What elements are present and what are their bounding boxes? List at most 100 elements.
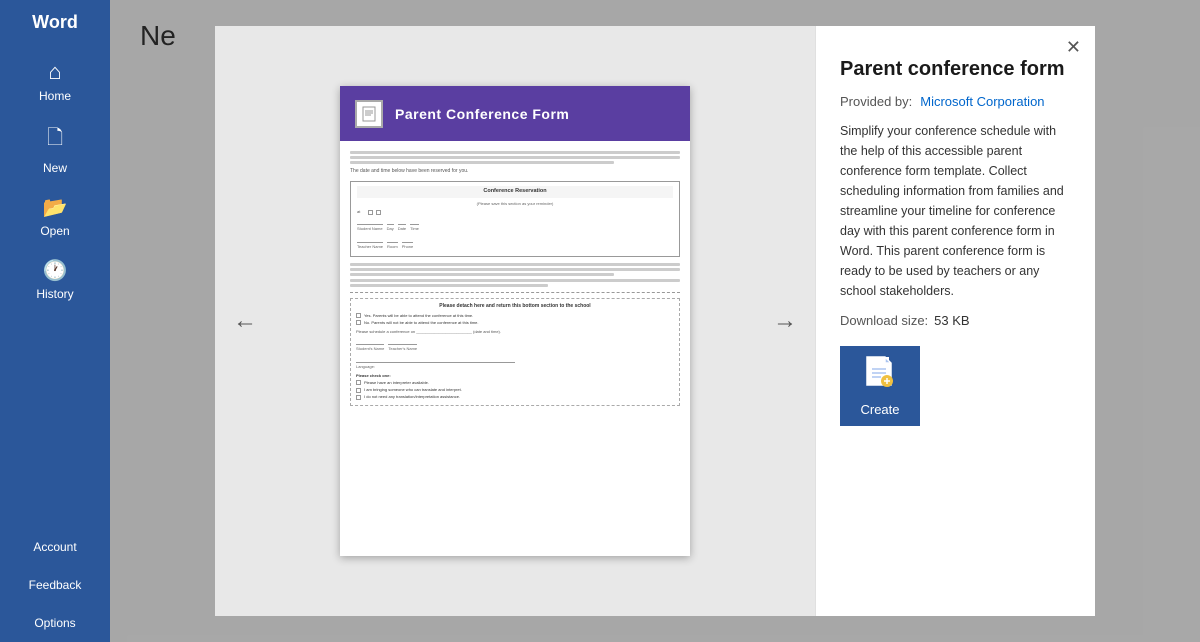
- sidebar-item-account[interactable]: Account: [0, 528, 110, 566]
- doc-interp-item-1: Please have an interpreter available.: [356, 380, 674, 386]
- doc-no-item: No. Parents will not be able to attend t…: [356, 320, 674, 326]
- doc-room-field-wrap: Room: [387, 235, 398, 250]
- create-label: Create: [860, 402, 899, 417]
- doc-student-field: [357, 217, 383, 225]
- modal-body: ← Parent: [215, 26, 1095, 616]
- doc-phone-field: [402, 235, 414, 243]
- doc-date-note: The date and time below have been reserv…: [350, 168, 680, 175]
- download-size-label: Download size:: [840, 313, 928, 328]
- create-template-button[interactable]: Create: [840, 346, 920, 426]
- doc-lang-label: Language:: [356, 364, 674, 370]
- doc-checkbox-am: [368, 210, 373, 215]
- doc-section-title: Conference Reservation: [357, 186, 673, 198]
- sidebar-item-history[interactable]: 🕐 History: [0, 248, 110, 311]
- doc-teacher-row: Teacher Name Room Phone: [357, 235, 673, 250]
- app-name: Word: [0, 0, 110, 49]
- doc-student-name-wrap: Student's Name: [356, 337, 384, 352]
- sidebar-bottom: Account Feedback Options: [0, 528, 110, 642]
- doc-line: [350, 156, 680, 159]
- modal-overlay: ✕ ←: [110, 0, 1200, 642]
- doc-interp-checkbox-1: [356, 380, 361, 385]
- download-size-row: Download size: 53 KB: [840, 313, 1071, 328]
- doc-day-label: Day: [387, 226, 394, 232]
- doc-check-one-label: Please check one:: [356, 373, 674, 379]
- doc-header-icon: [355, 100, 383, 128]
- doc-phone-field-wrap: Phone: [402, 235, 414, 250]
- doc-room-label: Room: [387, 244, 398, 250]
- document-preview-image: Parent Conference Form The date and time…: [340, 86, 690, 556]
- doc-interp-text-1: Please have an interpreter available.: [364, 380, 429, 386]
- doc-time-field-wrap: Time: [410, 217, 419, 232]
- doc-section-subtitle: (Please save this section as your remind…: [357, 201, 673, 207]
- doc-line: [350, 263, 680, 266]
- doc-line: [350, 273, 614, 276]
- home-icon: ⌂: [48, 59, 61, 85]
- doc-teacher-name-label: Teacher's Name: [388, 346, 417, 352]
- doc-student-name-label: Student's Name: [356, 346, 384, 352]
- template-title: Parent conference form: [840, 56, 1071, 82]
- doc-teacher-label: Teacher Name: [357, 244, 383, 250]
- sidebar-item-new-label: New: [43, 161, 67, 175]
- new-doc-icon: 🗋: [47, 123, 63, 157]
- doc-separator: [350, 292, 680, 293]
- sidebar-item-home[interactable]: ⌂ Home: [0, 49, 110, 113]
- doc-at-row: at: [357, 209, 673, 215]
- sidebar-item-open[interactable]: 📂 Open: [0, 185, 110, 248]
- doc-at-label: at: [357, 209, 365, 215]
- provider-link[interactable]: Microsoft Corporation: [920, 94, 1044, 109]
- doc-interp-checkbox-3: [356, 395, 361, 400]
- doc-phone-label: Phone: [402, 244, 414, 250]
- doc-yes-checkbox: [356, 313, 361, 318]
- doc-checkboxes: [368, 210, 381, 215]
- doc-interp-checkbox-2: [356, 388, 361, 393]
- download-size-value: 53 KB: [934, 313, 969, 328]
- doc-text-block: [350, 263, 680, 276]
- doc-detach-section: Please detach here and return this botto…: [350, 298, 680, 406]
- main-area: Ne ✕ ←: [110, 0, 1200, 642]
- sidebar-item-options[interactable]: Options: [0, 604, 110, 642]
- doc-line: [350, 151, 680, 154]
- doc-teacher-name-field: [388, 337, 417, 345]
- open-folder-icon: 📂: [43, 195, 68, 220]
- sidebar-item-history-label: History: [36, 287, 73, 301]
- history-icon: 🕐: [43, 258, 68, 283]
- doc-line: [350, 284, 548, 287]
- doc-student-name-field: [356, 337, 384, 345]
- doc-day-field: [387, 217, 394, 225]
- doc-line: [350, 268, 680, 271]
- doc-date-label: Date: [398, 226, 406, 232]
- options-label: Options: [34, 616, 75, 630]
- sidebar-item-open-label: Open: [40, 224, 69, 238]
- doc-no-text: No. Parents will not be able to attend t…: [364, 320, 479, 326]
- doc-teacher-field-wrap: Teacher Name: [357, 235, 383, 250]
- doc-room-field: [387, 235, 398, 243]
- doc-date-field: [398, 217, 406, 225]
- doc-student-label: Student Name: [357, 226, 383, 232]
- close-modal-button[interactable]: ✕: [1066, 38, 1081, 56]
- doc-schedule-line: Please schedule a conference on ________…: [356, 329, 674, 335]
- doc-time-label: Time: [410, 226, 419, 232]
- doc-header-bar: Parent Conference Form: [340, 86, 690, 141]
- doc-line: [350, 161, 614, 164]
- doc-lang-wrap: Language:: [356, 355, 674, 370]
- doc-form-title: Parent Conference Form: [395, 106, 569, 122]
- document-preview-area: ← Parent: [215, 26, 815, 616]
- template-info-panel: Parent conference form Provided by: Micr…: [815, 26, 1095, 616]
- doc-interp-item-3: I do not need any translation/interpreta…: [356, 394, 674, 400]
- sidebar-item-new[interactable]: 🗋 New: [0, 113, 110, 185]
- doc-text-block-2: [350, 279, 680, 287]
- account-label: Account: [33, 540, 76, 554]
- next-template-button[interactable]: →: [765, 299, 805, 343]
- doc-time-field: [410, 217, 419, 225]
- doc-teacher-field: [357, 235, 383, 243]
- doc-day-field-wrap: Day: [387, 217, 394, 232]
- doc-body: The date and time below have been reserv…: [340, 141, 690, 414]
- doc-student-field-wrap: Student Name: [357, 217, 383, 232]
- create-icon: [865, 355, 895, 396]
- sidebar-item-home-label: Home: [39, 89, 71, 103]
- sidebar-item-feedback[interactable]: Feedback: [0, 566, 110, 604]
- template-description: Simplify your conference schedule with t…: [840, 121, 1071, 301]
- doc-yes-item: Yes. Parents will be able to attend the …: [356, 313, 674, 319]
- doc-date-field-wrap: Date: [398, 217, 406, 232]
- prev-template-button[interactable]: ←: [225, 299, 265, 343]
